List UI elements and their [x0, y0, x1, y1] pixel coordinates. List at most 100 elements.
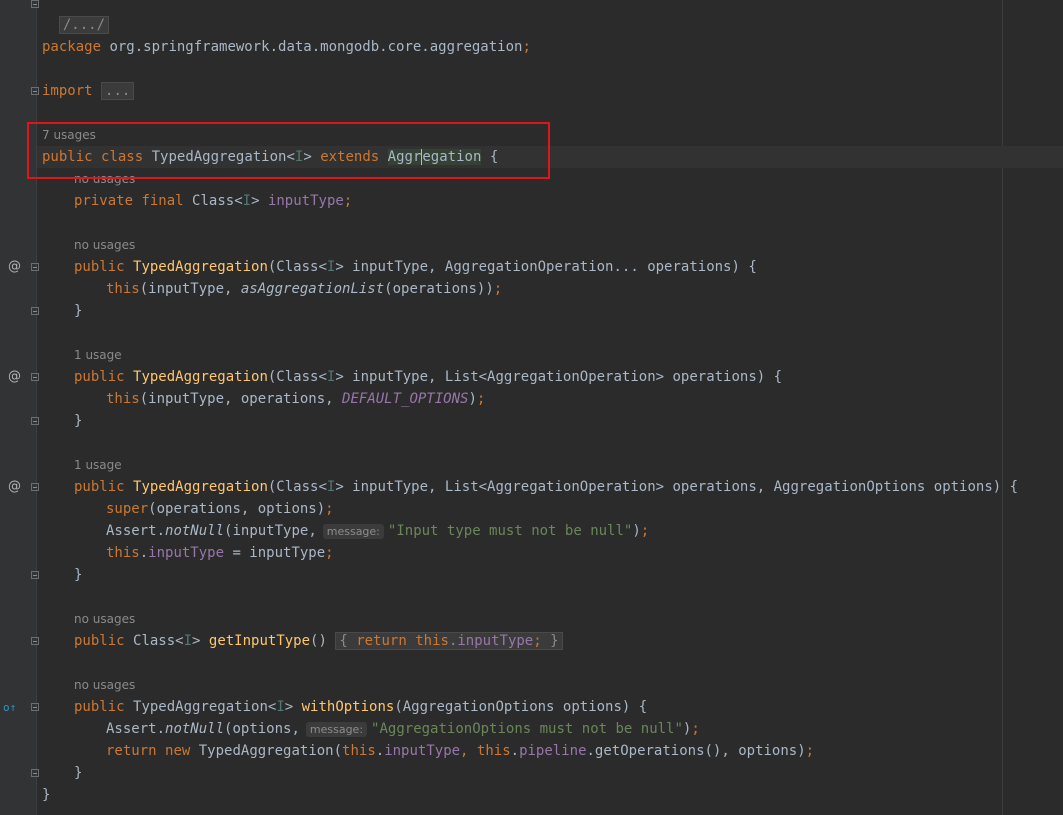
args: (inputType,	[139, 281, 241, 297]
code-line-ctor2-body[interactable]: this(inputType, operations, DEFAULT_OPTI…	[106, 388, 485, 410]
args: (operations, options)	[148, 501, 326, 517]
parameter-hint: message:	[305, 722, 368, 737]
params: (Class<	[267, 479, 327, 495]
fold-ctor2-end-icon[interactable]	[31, 417, 39, 425]
keyword: public	[74, 259, 125, 275]
code-line-class-close[interactable]: }	[42, 784, 50, 806]
usages-hint-ctor2[interactable]: 1 usage	[74, 344, 122, 366]
return-type: TypedAggregation<	[133, 699, 277, 715]
code-line-ctor1-body[interactable]: this(inputType, asAggregationList(operat…	[106, 278, 502, 300]
keyword: this	[106, 391, 140, 407]
code-line-package[interactable]: package org.springframework.data.mongodb…	[42, 36, 531, 58]
keyword: this	[106, 281, 140, 297]
return-type: Class<	[133, 633, 184, 649]
class-ref: Assert.	[106, 721, 166, 737]
import-fold[interactable]: ...	[101, 82, 135, 100]
comma: ,	[460, 743, 477, 759]
args: .getOperations(), options)	[586, 743, 806, 759]
keyword: this	[415, 633, 449, 649]
keyword: new	[165, 743, 191, 759]
license-fold[interactable]: /.../	[58, 16, 110, 34]
type-param: I	[276, 699, 285, 715]
keyword: this	[342, 743, 376, 759]
code-line-ctor1-close[interactable]: }	[74, 300, 82, 322]
code-line-with-assert[interactable]: Assert.notNull(options, message: "Aggregat…	[106, 718, 700, 740]
code-line-license[interactable]: /.../	[42, 0, 110, 34]
semicolon: ;	[805, 743, 815, 759]
usages-hint-getter[interactable]: no usages	[74, 608, 135, 630]
override-marker-icon[interactable]: @	[8, 480, 21, 493]
field-name: pipeline	[519, 743, 587, 759]
usages-hint-with[interactable]: no usages	[74, 674, 135, 696]
type-param: I	[183, 633, 193, 649]
keyword: public	[74, 699, 125, 715]
override-marker-icon[interactable]: @	[8, 370, 21, 383]
fold-with-icon[interactable]	[31, 703, 39, 711]
code-line-ctor3-close[interactable]: }	[74, 564, 82, 586]
fold-license-icon[interactable]	[31, 0, 39, 8]
code-line-import[interactable]: import ...	[42, 80, 135, 102]
parameter-hint: message:	[322, 524, 384, 539]
semicolon: ;	[533, 633, 542, 649]
fold-imports-icon[interactable]	[31, 87, 39, 95]
static-call: asAggregationList	[240, 281, 385, 297]
fold-ctor2-icon[interactable]	[31, 373, 39, 381]
code-line-getter[interactable]: public Class<I> getInputType() { return …	[74, 630, 563, 652]
type-param: I	[242, 193, 252, 209]
annotation-highlight-box	[27, 122, 550, 179]
code-line-ctor3-super[interactable]: super(operations, options);	[106, 498, 334, 520]
field-name: inputType	[384, 743, 461, 759]
fold-ctor3-end-icon[interactable]	[31, 571, 39, 579]
semicolon: ;	[476, 391, 486, 407]
code-line-ctor2[interactable]: public TypedAggregation(Class<I> inputTy…	[74, 366, 782, 388]
implements-marker-icon[interactable]: o↑	[3, 702, 16, 714]
fold-getter-icon[interactable]	[31, 637, 39, 645]
semicolon: ;	[691, 721, 700, 737]
fold-ctor1-end-icon[interactable]	[31, 307, 39, 315]
params: ()	[310, 633, 327, 649]
keyword: import	[42, 83, 93, 99]
code-line-ctor1[interactable]: public TypedAggregation(Class<I> inputTy…	[74, 256, 757, 278]
usages-hint-ctor3[interactable]: 1 usage	[74, 454, 122, 476]
params: (Class<	[267, 259, 327, 275]
method-name: withOptions	[301, 699, 395, 715]
override-marker-icon[interactable]: @	[8, 260, 21, 273]
keyword: return	[106, 743, 157, 759]
field-name: inputType	[148, 545, 225, 561]
semicolon: ;	[343, 193, 353, 209]
static-call: notNull	[165, 523, 225, 539]
code-line-field[interactable]: private final Class<I> inputType;	[74, 190, 352, 212]
ctor-name: TypedAggregation	[133, 259, 268, 275]
fold-ctor3-icon[interactable]	[31, 483, 39, 491]
usages-hint-ctor1[interactable]: no usages	[74, 234, 135, 256]
fold-with-end-icon[interactable]	[31, 769, 39, 777]
code-line-with[interactable]: public TypedAggregation<I> withOptions(A…	[74, 696, 647, 718]
keyword: final	[141, 193, 184, 209]
code-line-with-close[interactable]: }	[74, 762, 82, 784]
ctor-name: TypedAggregation	[133, 369, 268, 385]
keyword: this	[476, 743, 511, 759]
code-line-ctor2-close[interactable]: }	[74, 410, 82, 432]
return-type: >	[192, 633, 209, 649]
keyword: this	[106, 545, 140, 561]
ctor-call: TypedAggregation(	[190, 743, 343, 759]
return-type: >	[284, 699, 302, 715]
getter-body-fold[interactable]: { return this.inputType; }	[335, 632, 563, 650]
static-call: notNull	[165, 721, 225, 737]
class-ref: Assert.	[106, 523, 166, 539]
field-type: Class	[192, 193, 235, 209]
code-line-ctor3-assert[interactable]: Assert.notNull(inputType, message: "Input …	[106, 520, 649, 542]
params: (AggregationOptions options) {	[394, 699, 648, 715]
args: (inputType, operations,	[139, 391, 343, 407]
keyword: package	[42, 39, 102, 55]
semicolon: ;	[325, 545, 334, 561]
params: > inputType, List<AggregationOperation> …	[335, 479, 1019, 495]
code-line-with-return[interactable]: return new TypedAggregation(this.inputTy…	[106, 740, 814, 762]
right-margin-guide	[1002, 0, 1003, 815]
fold-ctor1-icon[interactable]	[31, 263, 39, 271]
code-line-ctor3-assign[interactable]: this.inputType = inputType;	[106, 542, 334, 564]
semicolon: ;	[325, 501, 334, 517]
field-name: inputType	[267, 193, 344, 209]
keyword: public	[74, 479, 125, 495]
code-line-ctor3[interactable]: public TypedAggregation(Class<I> inputTy…	[74, 476, 1018, 498]
